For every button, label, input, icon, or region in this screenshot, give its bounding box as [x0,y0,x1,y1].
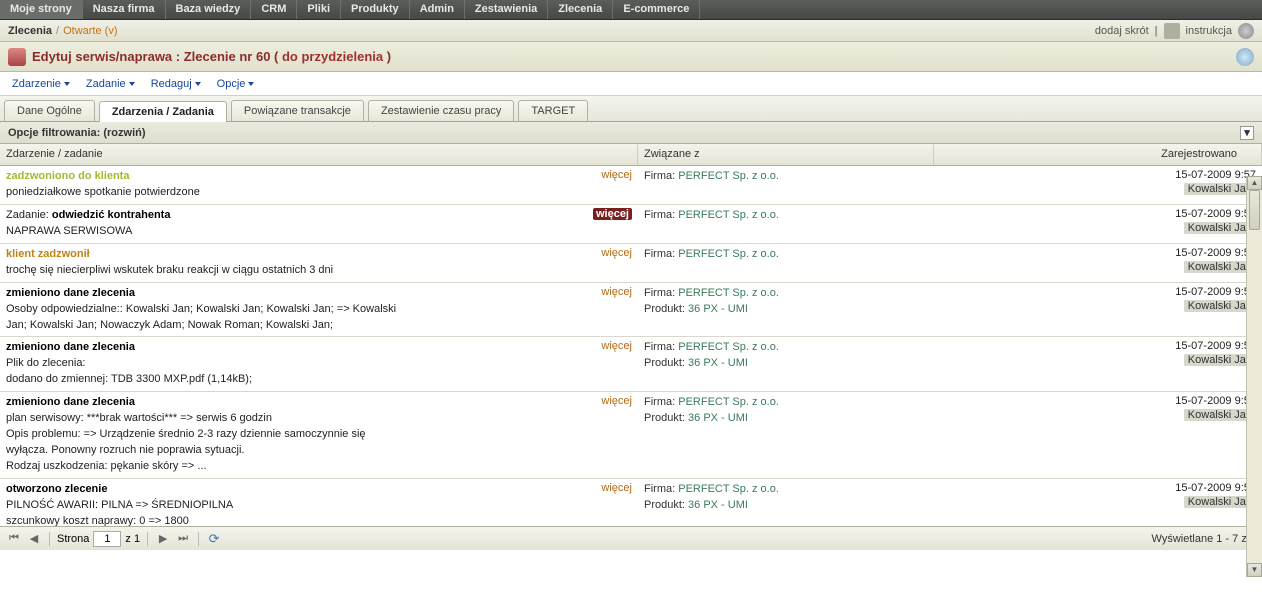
table-row[interactable]: otworzono zleceniePILNOŚĆ AWARII: PILNA … [0,479,1262,526]
scroll-thumb[interactable] [1249,190,1260,230]
tab-item[interactable]: Powiązane transakcje [231,100,364,121]
row-date: 15-07-2009 9:54 [940,340,1256,352]
more-link[interactable]: więcej [601,395,632,407]
product-link[interactable]: 36 PX - UMI [688,499,748,511]
tab-item[interactable]: Zdarzenia / Zadania [99,101,227,122]
more-link[interactable]: więcej [593,208,632,220]
topnav-item[interactable]: Moje strony [0,0,83,19]
table-row[interactable]: Zadanie: odwiedzić kontrahentaNAPRAWA SE… [0,205,1262,244]
topnav-item[interactable]: CRM [251,0,297,19]
page-title: Edytuj serwis/naprawa : Zlecenie nr 60 (… [32,49,391,64]
company-link[interactable]: PERFECT Sp. z o.o. [678,396,779,408]
row-date: 15-07-2009 9:57 [940,169,1256,181]
globe-icon[interactable] [1236,48,1254,66]
breadcrumb-bar: Zlecenia / Otwarte (v) dodaj skrót | ins… [0,20,1262,42]
more-link[interactable]: więcej [601,482,632,494]
row-date: 15-07-2009 9:56 [940,208,1256,220]
col-header-related[interactable]: Związane z [638,144,934,165]
row-date: 15-07-2009 9:54 [940,286,1256,298]
topnav-item[interactable]: Produkty [341,0,410,19]
add-shortcut-link[interactable]: dodaj skrót [1095,25,1149,37]
filter-expand-button[interactable]: ▾ [1240,126,1254,140]
company-link[interactable]: PERFECT Sp. z o.o. [678,248,779,260]
more-link[interactable]: więcej [601,247,632,259]
pager-bar: ⏮ ◀ Strona z 1 ▶ ⏭ ⟳ Wyświetlane 1 - 7 z… [0,526,1262,550]
col-header-date[interactable]: Zarejestrowano [934,144,1262,165]
row-date: 15-07-2009 9:56 [940,247,1256,259]
tab-item[interactable]: Dane Ogólne [4,100,95,121]
more-link[interactable]: więcej [601,169,632,181]
table-row[interactable]: zmieniono dane zleceniaOsoby odpowiedzia… [0,283,1262,338]
topnav-item[interactable]: Zestawienia [465,0,548,19]
pager-next-button[interactable]: ▶ [155,531,171,547]
caret-down-icon [195,82,201,86]
instruction-icon[interactable] [1164,23,1180,39]
col-header-event[interactable]: Zdarzenie / zadanie [0,144,638,165]
vertical-scrollbar[interactable]: ▲ ▼ [1246,176,1262,577]
company-link[interactable]: PERFECT Sp. z o.o. [678,209,779,221]
table-row[interactable]: zmieniono dane zleceniaPlik do zlecenia:… [0,337,1262,392]
scroll-up-arrow[interactable]: ▲ [1247,176,1262,190]
topnav-item[interactable]: Zlecenia [548,0,613,19]
filter-bar[interactable]: Opcje filtrowania: (rozwiń) ▾ [0,122,1262,144]
company-link[interactable]: PERFECT Sp. z o.o. [678,170,779,182]
row-date: 15-07-2009 9:50 [940,482,1256,494]
pager-first-button[interactable]: ⏮ [6,531,22,547]
more-link[interactable]: więcej [601,340,632,352]
grid-body: zadzwoniono do klientaponiedziałkowe spo… [0,166,1262,526]
product-link[interactable]: 36 PX - UMI [688,412,748,424]
action-bar: Zdarzenie Zadanie Redaguj Opcje [0,72,1262,96]
action-menu-item[interactable]: Redaguj [145,75,207,93]
pager-prev-button[interactable]: ◀ [26,531,42,547]
pager-page-input[interactable] [93,531,121,547]
grid-header: Zdarzenie / zadanie Związane z Zarejestr… [0,144,1262,166]
settings-icon[interactable] [1238,23,1254,39]
more-link[interactable]: więcej [601,286,632,298]
caret-down-icon [248,82,254,86]
company-link[interactable]: PERFECT Sp. z o.o. [678,287,779,299]
caret-down-icon [64,82,70,86]
breadcrumb-sub[interactable]: Otwarte (v) [63,25,117,37]
tab-row: Dane OgólneZdarzenia / ZadaniaPowiązane … [0,96,1262,122]
topnav-item[interactable]: Admin [410,0,465,19]
company-link[interactable]: PERFECT Sp. z o.o. [678,341,779,353]
action-menu-item[interactable]: Zadanie [80,75,141,93]
company-link[interactable]: PERFECT Sp. z o.o. [678,483,779,495]
product-link[interactable]: 36 PX - UMI [688,303,748,315]
pager-last-button[interactable]: ⏭ [175,531,191,547]
scroll-down-arrow[interactable]: ▼ [1247,563,1262,577]
topnav-item[interactable]: E-commerce [613,0,700,19]
instruction-link[interactable]: instrukcja [1186,25,1232,37]
title-bar: Edytuj serwis/naprawa : Zlecenie nr 60 (… [0,42,1262,72]
row-date: 15-07-2009 9:53 [940,395,1256,407]
tab-item[interactable]: TARGET [518,100,588,121]
breadcrumb-main[interactable]: Zlecenia [8,25,52,37]
breadcrumb-sep: / [56,25,59,37]
pager-refresh-button[interactable]: ⟳ [206,531,222,547]
tab-item[interactable]: Zestawienie czasu pracy [368,100,514,121]
pager-summary: Wyświetlane 1 - 7 z 7 [1152,533,1256,545]
top-nav: Moje stronyNasza firmaBaza wiedzyCRMPlik… [0,0,1262,20]
caret-down-icon [129,82,135,86]
topnav-item[interactable]: Baza wiedzy [166,0,252,19]
pager-of-label: z 1 [125,533,140,545]
edit-service-icon [8,48,26,66]
action-menu-item[interactable]: Zdarzenie [6,75,76,93]
topnav-item[interactable]: Nasza firma [83,0,166,19]
table-row[interactable]: klient zadzwoniłtrochę się niecierpliwi … [0,244,1262,283]
topnav-item[interactable]: Pliki [297,0,341,19]
pager-page-label: Strona [57,533,89,545]
table-row[interactable]: zmieniono dane zleceniaplan serwisowy: *… [0,392,1262,479]
product-link[interactable]: 36 PX - UMI [688,357,748,369]
table-row[interactable]: zadzwoniono do klientaponiedziałkowe spo… [0,166,1262,205]
action-menu-item[interactable]: Opcje [211,75,261,93]
filter-label: Opcje filtrowania: (rozwiń) [8,127,146,139]
